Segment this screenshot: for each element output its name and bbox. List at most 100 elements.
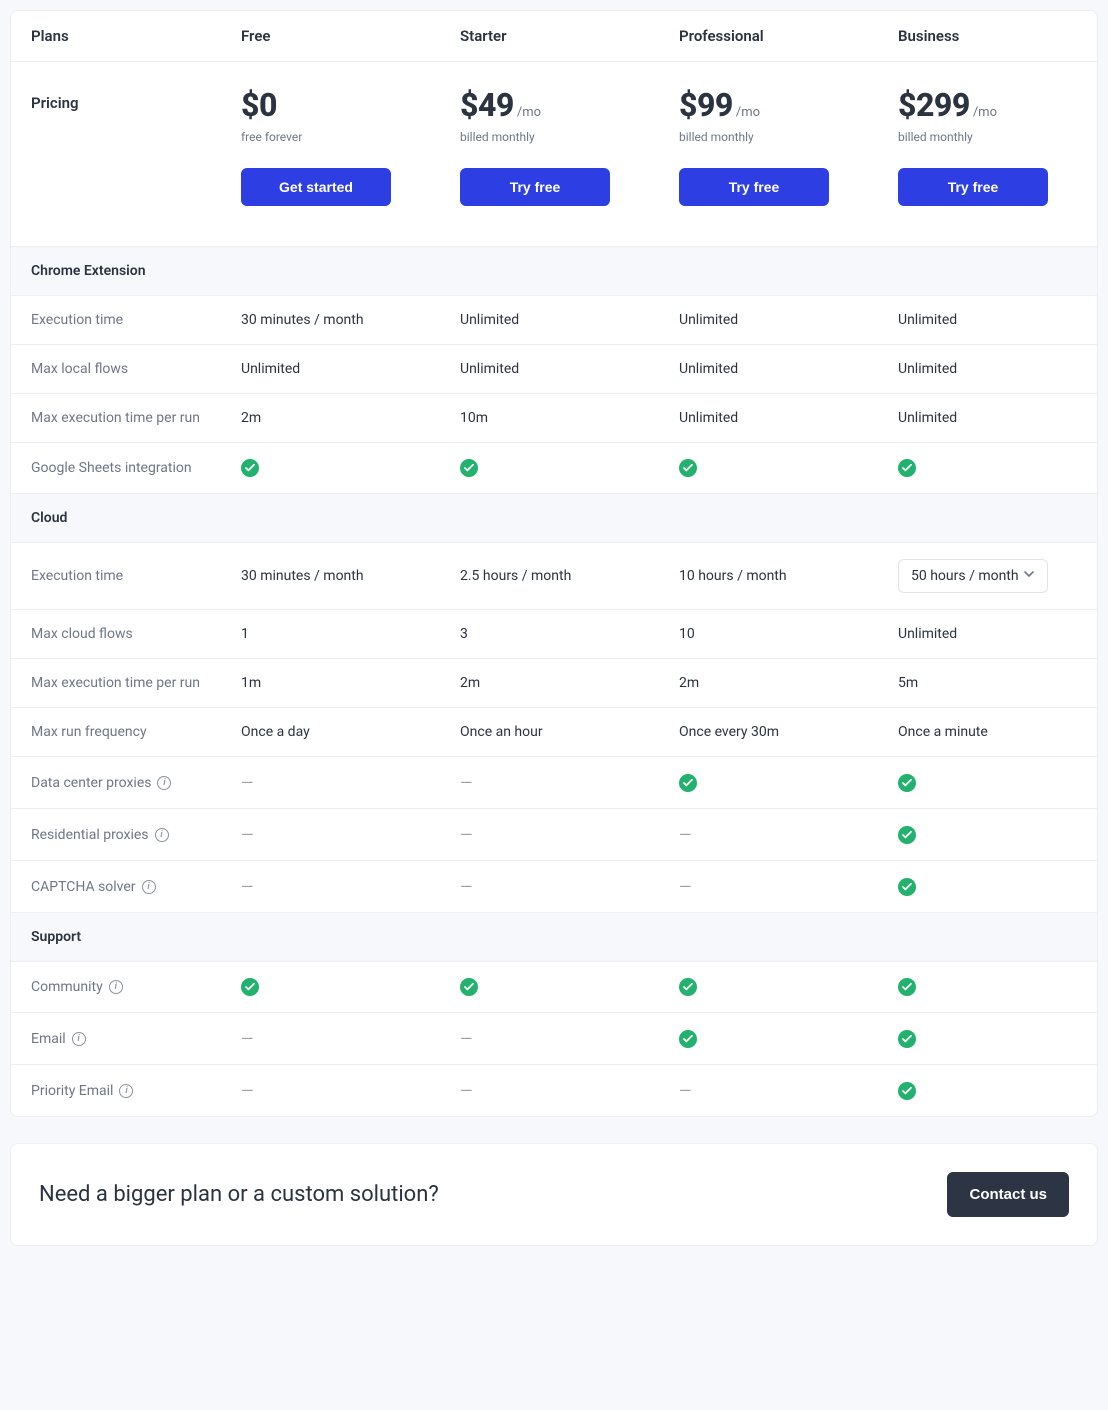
section-header: Cloud <box>11 494 1097 543</box>
col-header-free: Free <box>221 11 440 61</box>
feature-label: Execution time <box>11 296 221 344</box>
section-title: Support <box>11 913 1097 961</box>
feature-cell <box>659 443 878 493</box>
price-cell-starter: $49/mo billed monthly Try free <box>440 72 659 226</box>
feature-cell <box>878 443 1097 493</box>
feature-cell <box>878 1066 1097 1116</box>
feature-label: Priority Email <box>11 1067 221 1115</box>
feature-value: Unlimited <box>679 361 738 377</box>
cta-free-button[interactable]: Get started <box>241 168 391 206</box>
feature-value: Once an hour <box>460 724 543 740</box>
feature-cell: — <box>440 757 659 808</box>
pricing-label: Pricing <box>11 72 221 132</box>
feature-cell: — <box>659 1065 878 1116</box>
info-icon[interactable] <box>119 1084 133 1098</box>
hours-dropdown[interactable]: 50 hours / month <box>898 559 1048 593</box>
feature-cell: 1m <box>221 659 440 707</box>
feature-value: 30 minutes / month <box>241 568 364 584</box>
feature-cell: 5m <box>878 659 1097 707</box>
feature-row: Priority Email — — — <box>11 1065 1097 1116</box>
cta-starter-button[interactable]: Try free <box>460 168 610 206</box>
feature-value: Unlimited <box>679 410 738 426</box>
info-icon[interactable] <box>72 1032 86 1046</box>
feature-cell: 2m <box>221 394 440 442</box>
price-subtext: billed monthly <box>679 130 858 144</box>
feature-label: Community <box>11 963 221 1011</box>
col-header-business: Business <box>878 11 1097 61</box>
feature-cell: 30 minutes / month <box>221 296 440 344</box>
feature-row: CAPTCHA solver — — — <box>11 861 1097 913</box>
feature-value: 2m <box>679 675 699 691</box>
price-value: $0 <box>241 86 277 124</box>
feature-value: Once a day <box>241 724 310 740</box>
dash-icon: — <box>241 1029 254 1048</box>
info-icon[interactable] <box>155 828 169 842</box>
feature-label: Execution time <box>11 552 221 600</box>
price-subtext: billed monthly <box>898 130 1077 144</box>
pricing-row: Pricing $0 free forever Get started $49/… <box>11 62 1097 247</box>
price-cell-free: $0 free forever Get started <box>221 72 440 226</box>
check-icon <box>460 978 478 996</box>
price-cell-business: $299/mo billed monthly Try free <box>878 72 1097 226</box>
feature-cell: 10 hours / month <box>659 552 878 600</box>
check-icon <box>241 459 259 477</box>
col-header-starter: Starter <box>440 11 659 61</box>
table-header: Plans Free Starter Professional Business <box>11 11 1097 62</box>
feature-value: Unlimited <box>241 361 300 377</box>
info-icon[interactable] <box>142 880 156 894</box>
check-icon <box>679 459 697 477</box>
feature-row: Data center proxies — — <box>11 757 1097 809</box>
dash-icon: — <box>679 877 692 896</box>
check-icon <box>679 1030 697 1048</box>
col-header-professional: Professional <box>659 11 878 61</box>
feature-cell: Once an hour <box>440 708 659 756</box>
footer-question: Need a bigger plan or a custom solution? <box>39 1182 439 1207</box>
feature-value: 2m <box>460 675 480 691</box>
info-icon[interactable] <box>157 776 171 790</box>
feature-label: Data center proxies <box>11 759 221 807</box>
feature-label: Max execution time per run <box>11 659 221 707</box>
feature-cell <box>221 962 440 1012</box>
feature-cell: Once every 30m <box>659 708 878 756</box>
check-icon <box>898 878 916 896</box>
feature-value: 3 <box>460 626 468 642</box>
check-icon <box>679 978 697 996</box>
feature-cell: Unlimited <box>659 394 878 442</box>
footer-cta: Need a bigger plan or a custom solution?… <box>10 1143 1098 1246</box>
feature-value: Unlimited <box>898 626 957 642</box>
check-icon <box>460 459 478 477</box>
price-subtext: billed monthly <box>460 130 639 144</box>
cta-professional-button[interactable]: Try free <box>679 168 829 206</box>
dash-icon: — <box>460 1081 473 1100</box>
info-icon[interactable] <box>109 980 123 994</box>
check-icon <box>898 1030 916 1048</box>
feature-value: Unlimited <box>898 361 957 377</box>
feature-cell <box>878 862 1097 912</box>
dash-icon: — <box>460 825 473 844</box>
check-icon <box>898 826 916 844</box>
feature-cell <box>440 443 659 493</box>
dash-icon: — <box>241 1081 254 1100</box>
feature-cell: 10 <box>659 610 878 658</box>
price-value: $299 <box>898 86 970 124</box>
feature-cell: — <box>440 1013 659 1064</box>
dash-icon: — <box>241 773 254 792</box>
feature-value: Once a minute <box>898 724 988 740</box>
feature-cell <box>878 758 1097 808</box>
price-period: /mo <box>736 105 760 120</box>
dash-icon: — <box>460 877 473 896</box>
feature-value: Unlimited <box>898 312 957 328</box>
dash-icon: — <box>460 773 473 792</box>
cta-business-button[interactable]: Try free <box>898 168 1048 206</box>
feature-label: CAPTCHA solver <box>11 863 221 911</box>
section-header: Support <box>11 913 1097 962</box>
dash-icon: — <box>241 825 254 844</box>
feature-cell: Unlimited <box>878 394 1097 442</box>
feature-row: Execution time 30 minutes / month Unlimi… <box>11 296 1097 345</box>
price-subtext: free forever <box>241 130 420 144</box>
check-icon <box>898 459 916 477</box>
check-icon <box>898 1082 916 1100</box>
contact-us-button[interactable]: Contact us <box>947 1172 1069 1217</box>
feature-cell: Unlimited <box>878 345 1097 393</box>
feature-value: 10 <box>679 626 695 642</box>
